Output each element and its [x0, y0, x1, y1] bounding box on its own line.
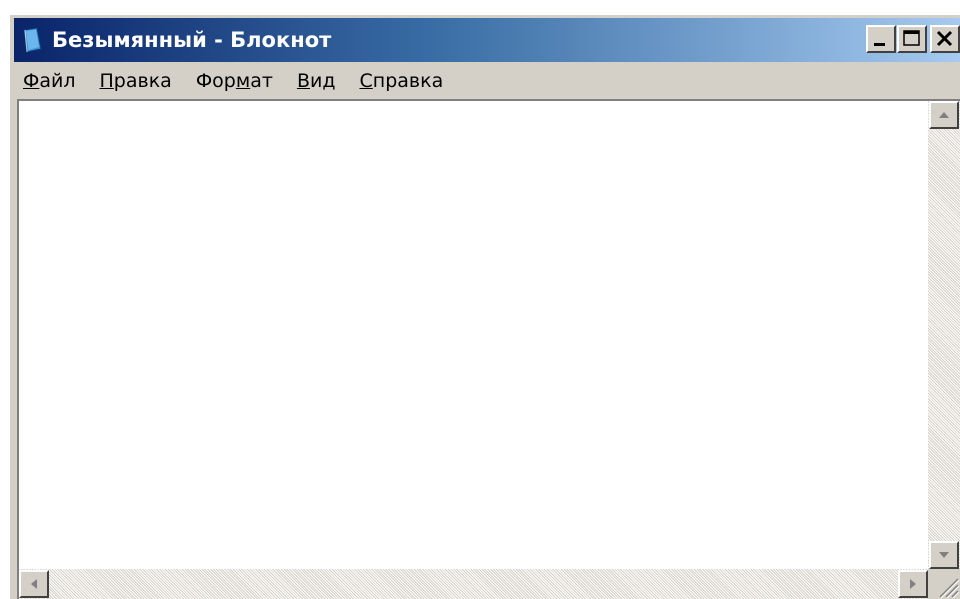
- menu-edit-accel: П: [99, 70, 114, 92]
- menu-view[interactable]: Вид: [285, 67, 348, 95]
- vertical-scrollbar[interactable]: [928, 101, 960, 569]
- menu-bar: Файл Правка Формат Вид Справка: [14, 65, 960, 97]
- scroll-right-button[interactable]: [898, 570, 928, 598]
- close-icon: [936, 30, 953, 47]
- notepad-icon: [23, 27, 42, 53]
- menu-file-accel: Ф: [23, 70, 40, 92]
- window-controls: [865, 25, 960, 55]
- arrow-down-icon: [939, 552, 949, 558]
- menu-help-rest: правка: [372, 70, 444, 92]
- notepad-window: Безымянный - Блокнот Файл Правка Формат …: [10, 15, 960, 599]
- text-editor[interactable]: [19, 101, 928, 569]
- title-bar[interactable]: Безымянный - Блокнот: [14, 18, 960, 62]
- arrow-right-icon: [910, 579, 916, 589]
- minimize-icon: [874, 43, 885, 46]
- scroll-down-button[interactable]: [929, 541, 959, 569]
- menu-view-accel: В: [296, 70, 310, 92]
- menu-edit[interactable]: Правка: [88, 67, 184, 95]
- menu-format-accel: м: [235, 70, 251, 92]
- menu-file-rest: айл: [39, 70, 76, 92]
- size-grip[interactable]: [928, 569, 960, 599]
- maximize-icon: [903, 30, 920, 46]
- menu-format-pre: Фор: [195, 70, 236, 92]
- menu-help-accel: С: [359, 70, 373, 92]
- minimize-button[interactable]: [866, 25, 896, 53]
- maximize-button[interactable]: [897, 25, 927, 53]
- menu-format[interactable]: Формат: [184, 67, 285, 95]
- menu-format-rest: ат: [250, 70, 273, 92]
- size-grip-icon: [939, 578, 960, 599]
- close-button[interactable]: [930, 25, 960, 53]
- menu-help[interactable]: Справка: [347, 67, 455, 95]
- menu-file[interactable]: Файл: [14, 67, 88, 95]
- scroll-left-button[interactable]: [19, 570, 49, 598]
- arrow-up-icon: [939, 112, 949, 118]
- menu-view-rest: ид: [309, 70, 336, 92]
- menu-edit-rest: равка: [113, 70, 172, 92]
- editor-frame: [17, 99, 960, 599]
- arrow-left-icon: [31, 579, 37, 589]
- horizontal-scrollbar[interactable]: [19, 569, 928, 599]
- window-title: Безымянный - Блокнот: [52, 28, 332, 52]
- scroll-up-button[interactable]: [929, 101, 959, 129]
